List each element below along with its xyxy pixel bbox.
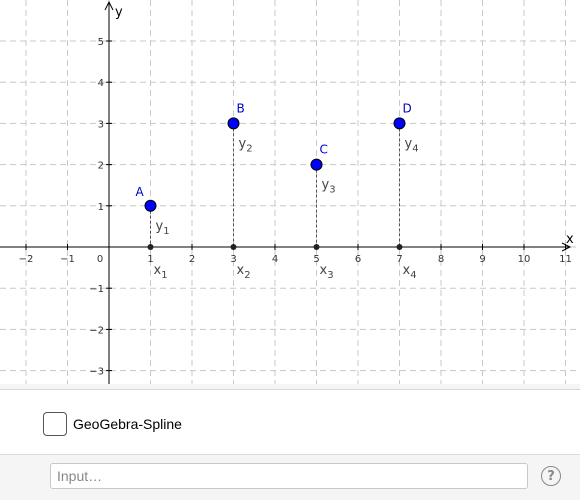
x-tick-label: −2: [19, 254, 34, 265]
bottom-panel: GeoGebra-Spline ?: [0, 384, 580, 500]
x-axis-foot-point[interactable]: [230, 244, 237, 250]
x-axis-label: x: [566, 232, 574, 247]
y-coordinate-label: y2: [239, 136, 253, 154]
point-label: D: [403, 101, 412, 115]
x-tick-label: 11: [559, 254, 572, 265]
y-coordinate-label: y3: [322, 178, 336, 196]
input-field[interactable]: [50, 463, 528, 489]
point-d[interactable]: [393, 117, 406, 130]
x-tick-label: 9: [479, 254, 485, 265]
help-icon[interactable]: ?: [541, 466, 561, 486]
spline-checkbox-label[interactable]: GeoGebra-Spline: [73, 416, 182, 432]
x-coordinate-label: x1: [154, 263, 168, 281]
point-label: B: [237, 101, 245, 115]
y-tick-label: 5: [98, 37, 104, 48]
x-tick-label: 6: [355, 254, 361, 265]
y-coordinate-label: y4: [405, 136, 419, 154]
x-axis-foot-point[interactable]: [147, 244, 154, 250]
y-coordinate-label: y1: [156, 219, 170, 237]
x-tick-label: 10: [518, 254, 531, 265]
y-tick-label: 4: [98, 78, 104, 89]
input-bar: ?: [0, 455, 580, 500]
controls-area: GeoGebra-Spline: [0, 390, 580, 454]
y-tick-label: −2: [89, 325, 104, 336]
point-label: A: [136, 185, 145, 199]
spline-checkbox[interactable]: [43, 412, 67, 436]
y-axis-label: y: [115, 5, 123, 20]
x-coordinate-label: x2: [237, 263, 251, 281]
grid: [0, 0, 580, 384]
coordinate-plane[interactable]: xy −2 −1 0 1 2 3 4 5 6 7 8 9 10 1154321−1−2−3 Ay1x1By…: [0, 0, 580, 384]
y-tick-label: −1: [89, 284, 104, 295]
y-tick-label: 1: [98, 202, 104, 213]
x-axis-foot-point[interactable]: [396, 244, 403, 250]
x-coordinate-label: x4: [403, 263, 417, 281]
x-axis-foot-point[interactable]: [313, 244, 320, 250]
graphics-view[interactable]: xy −2 −1 0 1 2 3 4 5 6 7 8 9 10 11 5 4 3 2 1 −1 −2 −3 Ay1 x1 By…: [0, 0, 580, 384]
x-coordinate-label: x3: [320, 263, 334, 281]
point-b[interactable]: [227, 117, 240, 130]
tick-labels: −2 −1 0 1 2 3 4 5 6 7 8 9 10 1154321−1−2−3: [19, 37, 572, 378]
point-a[interactable]: [144, 199, 157, 212]
y-tick-label: −3: [89, 367, 104, 378]
spline-checkbox-row[interactable]: GeoGebra-Spline: [43, 412, 182, 436]
x-tick-label: 4: [272, 254, 278, 265]
x-tick-label: −1: [60, 254, 75, 265]
x-tick-label: 2: [189, 254, 195, 265]
x-tick-label: 0: [97, 254, 103, 265]
y-tick-label: 3: [98, 119, 104, 130]
y-tick-label: 2: [98, 161, 104, 172]
x-tick-label: 8: [438, 254, 444, 265]
axes: xy: [0, 0, 574, 384]
point-label: C: [320, 143, 328, 157]
point-c[interactable]: [310, 158, 323, 171]
